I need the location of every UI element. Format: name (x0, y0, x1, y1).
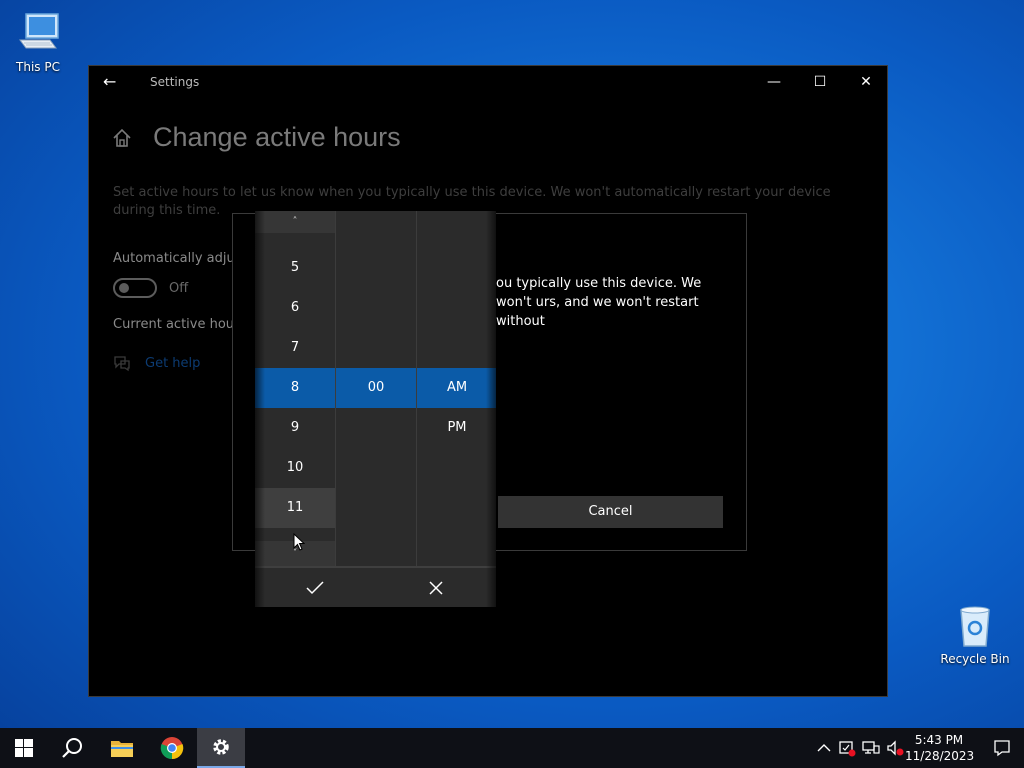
window-title: Settings (150, 75, 200, 89)
hour-option-selected[interactable]: 8 (255, 368, 335, 408)
period-option[interactable]: PM (417, 408, 496, 448)
picker-edge-shadow (255, 211, 265, 607)
get-help-text: Get help (145, 355, 201, 371)
maximize-button[interactable]: ☐ (797, 66, 843, 98)
toggle-knob (119, 283, 129, 293)
checkmark-icon (306, 580, 324, 594)
auto-adjust-label: Automatically adjus (113, 251, 242, 266)
minute-column[interactable]: 00 (336, 211, 416, 566)
file-explorer-button[interactable] (98, 728, 146, 768)
page-title: Change active hours (153, 122, 401, 152)
chat-help-icon (114, 356, 130, 372)
network-icon[interactable] (862, 739, 880, 757)
hour-option-hovered[interactable]: 11 (255, 488, 335, 528)
settings-taskbar-button[interactable] (197, 728, 245, 768)
desktop-icon-label: This PC (16, 60, 60, 74)
start-button[interactable] (0, 728, 48, 768)
dialog-text: ou typically use this device. We won't u… (496, 276, 702, 329)
computer-icon (19, 13, 59, 49)
clock-time: 5:43 PM (914, 733, 964, 747)
hour-option[interactable]: 9 (255, 408, 335, 448)
minimize-button[interactable]: — (751, 66, 797, 98)
desktop-icon-recycle-bin[interactable]: Recycle Bin (937, 602, 1013, 666)
auto-adjust-toggle[interactable] (113, 278, 157, 298)
chrome-icon (160, 737, 184, 760)
cancel-button[interactable]: Cancel (498, 496, 723, 528)
mouse-cursor-icon (293, 533, 305, 551)
hour-option[interactable]: 5 (255, 248, 335, 288)
close-icon (429, 580, 443, 595)
hour-column[interactable]: ˄ 5 6 7 8 9 10 11 ˅ (255, 211, 335, 566)
search-icon (62, 738, 82, 758)
volume-muted-icon[interactable] (886, 739, 904, 757)
desktop-icon-this-pc[interactable]: This PC (0, 10, 76, 74)
picker-edge-shadow (486, 211, 496, 607)
scroll-up-button[interactable]: ˄ (255, 211, 335, 233)
get-help-link[interactable]: Get help (113, 354, 200, 372)
current-active-hours-label: Current active hour (113, 317, 240, 332)
system-clock[interactable]: 5:43 PM 11/28/2023 (905, 732, 975, 764)
accept-button[interactable] (255, 568, 375, 607)
minute-option-selected[interactable]: 00 (336, 368, 416, 408)
close-button[interactable]: ✕ (843, 66, 887, 98)
windows-logo-icon (15, 739, 33, 757)
page-header: Change active hours (111, 122, 401, 153)
taskbar: 5:43 PM 11/28/2023 (0, 728, 1024, 768)
hour-option[interactable]: 7 (255, 328, 335, 368)
clock-date: 11/28/2023 (905, 749, 975, 763)
chevron-up-icon: ˄ (292, 216, 298, 227)
hour-option[interactable]: 6 (255, 288, 335, 328)
period-option-selected[interactable]: AM (417, 368, 496, 408)
home-icon[interactable] (111, 127, 133, 149)
dismiss-button[interactable] (376, 568, 496, 607)
title-bar: ← Settings — ☐ ✕ (89, 66, 887, 98)
time-picker-flyout: ˄ 5 6 7 8 9 10 11 ˅ 00 AM PM (255, 211, 496, 607)
gear-icon (213, 739, 229, 755)
toggle-state-label: Off (169, 281, 189, 296)
chrome-button[interactable] (148, 728, 196, 768)
security-alert-icon[interactable] (838, 739, 856, 757)
period-column[interactable]: AM PM (417, 211, 496, 566)
desktop-icon-label: Recycle Bin (940, 652, 1010, 666)
recycle-bin-icon (960, 606, 990, 647)
back-arrow-icon[interactable]: ← (103, 72, 116, 91)
chevron-up-icon[interactable] (815, 739, 833, 757)
notification-icon (994, 740, 1010, 757)
folder-icon (111, 741, 133, 757)
picker-footer (255, 566, 496, 607)
action-center-button[interactable] (980, 728, 1024, 768)
search-button[interactable] (48, 728, 96, 768)
hour-option[interactable]: 10 (255, 448, 335, 488)
